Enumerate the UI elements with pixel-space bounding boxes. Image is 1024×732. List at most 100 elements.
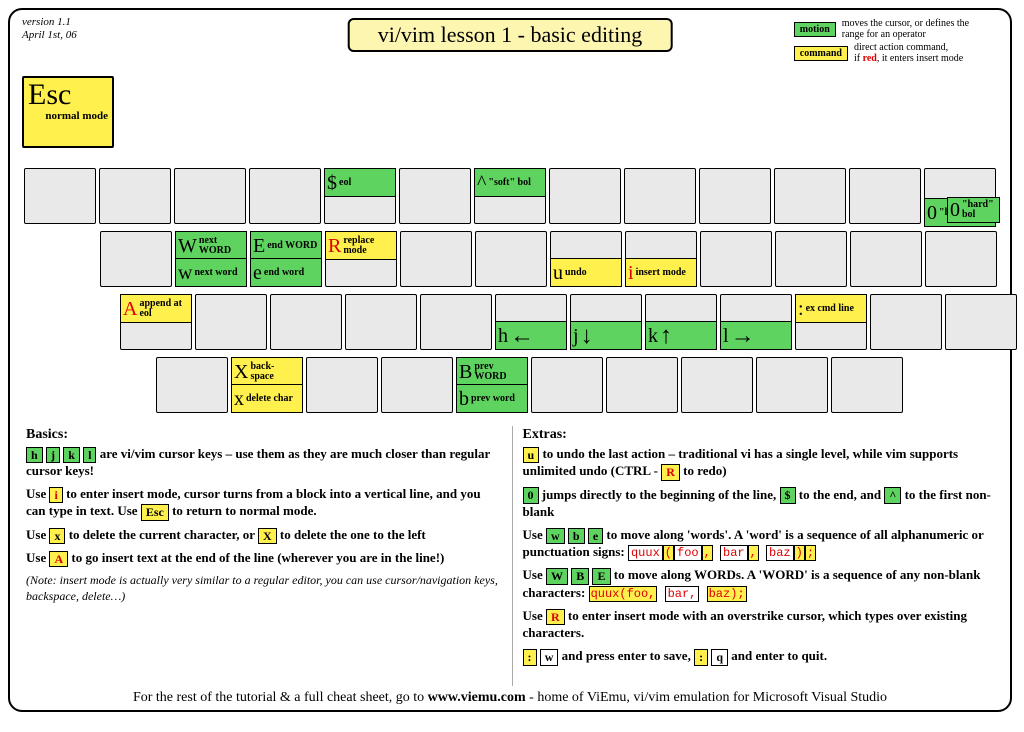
key-a: Aappend at eol (120, 294, 192, 350)
row-number: $ eol ^ "soft" bol 0 "hard" bol (24, 168, 999, 224)
cap-u: uundo (550, 258, 622, 287)
title: vi/vim lesson 1 - basic editing (348, 18, 673, 52)
cap-W: Wnext WORD (175, 231, 247, 260)
arrow-up-icon: ↑ (660, 324, 672, 348)
key-slash (831, 357, 903, 413)
cap-B: Bprev WORD (456, 357, 528, 386)
ikey-e: e (588, 528, 603, 544)
row-zxcv: Xback- space xdelete char Bprev WORD bpr… (156, 357, 906, 413)
ikey-A: A (49, 551, 68, 567)
cap-X: Xback- space (231, 357, 303, 386)
ikey-X: X (258, 528, 277, 544)
key-w: Wnext WORD wnext word (175, 231, 247, 287)
cap-zero-pos: 0 "hard" bol (947, 197, 1000, 223)
code2: quux(foo, bar, baz); (589, 586, 747, 602)
cap-w: wnext word (175, 258, 247, 287)
extras-p4: Use W B E to move along WORDs. A 'WORD' … (523, 567, 999, 602)
key-b: Bprev WORD bprev word (456, 357, 528, 413)
key-l: l→ (720, 294, 792, 350)
key-d (270, 294, 342, 350)
key-x: Xback- space xdelete char (231, 357, 303, 413)
ikey-colon1: : (523, 649, 537, 665)
ikey-caret: ^ (884, 487, 901, 503)
basics-p4: Use A to go insert text at the end of th… (26, 550, 502, 567)
extras-p1: u to undo the last action – traditional … (523, 446, 999, 480)
key-5 (399, 168, 471, 224)
extras-heading: Extras: (523, 426, 999, 444)
esc-glyph: Esc (28, 80, 108, 110)
key-1 (99, 168, 171, 224)
key-7 (549, 168, 621, 224)
legend-motion-chip: motion (794, 22, 836, 37)
ikey-R2: R (546, 609, 565, 625)
extras-p6: : w and press enter to save, : q and ent… (523, 648, 999, 665)
ikey-x: x (49, 528, 65, 544)
key-h: h← (495, 294, 567, 350)
row-asdf: Aappend at eol h← j↓ k↑ l→ :ex cmd line (120, 294, 1020, 350)
arrow-down-icon: ↓ (581, 324, 593, 348)
ikey-u: u (523, 447, 540, 463)
key-period (756, 357, 828, 413)
version-date: April 1st, 06 (22, 29, 77, 41)
ikey-k: k (63, 447, 80, 463)
ikey-w: w (546, 528, 565, 544)
key-t (400, 231, 472, 287)
cap-colon: :ex cmd line (795, 294, 867, 323)
cap-b: bprev word (456, 384, 528, 413)
key-2 (174, 168, 246, 224)
legend-motion-text: moves the cursor, or defines the range f… (842, 18, 992, 40)
extras-p3: Use w b e to move along 'words'. A 'word… (523, 527, 999, 562)
cap-e: eend word (250, 258, 322, 287)
ikey-h: h (26, 447, 43, 463)
ikey-esc: Esc (141, 504, 169, 520)
key-r: Rreplace mode (325, 231, 397, 287)
key-m (606, 357, 678, 413)
basics-p3: Use x to delete the current character, o… (26, 527, 502, 544)
code1: quux(foo, bar, baz); (628, 545, 816, 561)
basics-note: (Note: insert mode is actually very simi… (26, 573, 502, 604)
ikey-l: l (83, 447, 96, 463)
cap-A: Aappend at eol (120, 294, 192, 323)
key-j: j↓ (570, 294, 642, 350)
basics-p2: Use i to enter insert mode, cursor turns… (26, 486, 502, 520)
ikey-colon2: : (694, 649, 708, 665)
extras-col: Extras: u to undo the last action – trad… (513, 426, 999, 686)
key-3 (249, 168, 321, 224)
extras-p2: 0 jumps directly to the beginning of the… (523, 487, 999, 521)
arrow-left-icon: ← (510, 324, 534, 348)
key-0 (774, 168, 846, 224)
key-k: k↑ (645, 294, 717, 350)
cap-i: iinsert mode (625, 258, 697, 287)
key-n (531, 357, 603, 413)
key-u: uundo (550, 231, 622, 287)
key-8 (624, 168, 696, 224)
cap-dollar: $ eol (324, 168, 396, 197)
key-y (475, 231, 547, 287)
basics-col: Basics: h j k l are vi/vim cursor keys –… (26, 426, 513, 686)
key-g (420, 294, 492, 350)
key-quote (870, 294, 942, 350)
page: version 1.1 April 1st, 06 vi/vim lesson … (8, 8, 1012, 712)
cap-caret: ^ "soft" bol (474, 168, 546, 197)
cap-j: j↓ (570, 321, 642, 350)
version-text: version 1.1 (22, 16, 71, 28)
basics-p1: h j k l are vi/vim cursor keys – use the… (26, 446, 502, 480)
key-semicolon: :ex cmd line (795, 294, 867, 350)
extras-p5: Use R to enter insert mode with an overs… (523, 608, 999, 642)
key-p (775, 231, 847, 287)
key-esc: Esc normal mode (22, 76, 114, 148)
basics-heading: Basics: (26, 426, 502, 444)
ikey-w2: w (540, 649, 559, 665)
key-s (195, 294, 267, 350)
body-columns: Basics: h j k l are vi/vim cursor keys –… (26, 426, 998, 686)
esc-label: normal mode (28, 110, 108, 122)
key-f (345, 294, 417, 350)
key-lbracket (850, 231, 922, 287)
key-c (306, 357, 378, 413)
key-4: $ eol (324, 168, 396, 224)
key-v (381, 357, 453, 413)
key-9 (699, 168, 771, 224)
key-rbracket (925, 231, 997, 287)
legend-command-text: direct action command, if red, it enters… (854, 42, 1004, 64)
key-e: Eend WORD eend word (250, 231, 322, 287)
